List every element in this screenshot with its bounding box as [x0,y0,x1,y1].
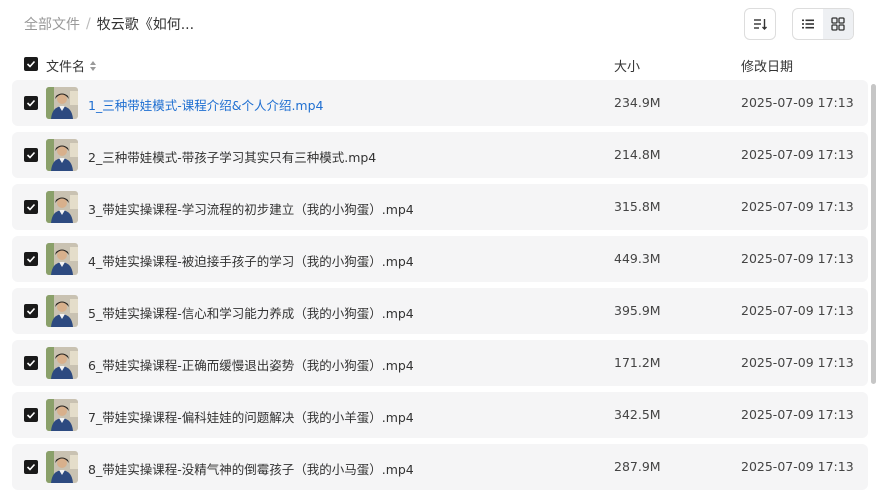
breadcrumb: 全部文件 / 牧云歌《如何... [24,14,194,34]
sort-arrows-icon [90,60,97,71]
file-size: 287.9M [614,459,661,474]
check-icon [26,463,36,471]
file-modified-date: 2025-07-09 17:13 [741,199,854,214]
video-thumbnail [46,87,78,119]
file-modified-date: 2025-07-09 17:13 [741,407,854,422]
check-icon [26,203,36,211]
video-thumbnail [46,399,78,431]
name-column-label: 文件名 [46,60,86,75]
row-checkbox[interactable] [24,96,38,110]
check-icon [26,151,36,159]
breadcrumb-current-folder: 牧云歌《如何... [96,17,195,33]
toolbar: 全部文件 / 牧云歌《如何... [0,0,878,48]
file-name[interactable]: 7_带娃实操课程-偏科娃娃的问题解决（我的小羊蛋）.mp4 [88,407,414,426]
file-size: 214.8M [614,147,661,162]
file-size: 342.5M [614,407,661,422]
file-modified-date: 2025-07-09 17:13 [741,147,854,162]
video-thumbnail [46,139,78,171]
file-size: 171.2M [614,355,661,370]
breadcrumb-separator: / [86,16,91,32]
row-checkbox[interactable] [24,408,38,422]
file-row[interactable]: 7_带娃实操课程-偏科娃娃的问题解决（我的小羊蛋）.mp4 342.5M 202… [12,392,868,438]
name-column-header[interactable]: 文件名 [46,56,97,75]
view-switcher [792,8,854,40]
row-checkbox[interactable] [24,356,38,370]
file-size: 395.9M [614,303,661,318]
check-icon [26,99,36,107]
video-thumbnail [46,451,78,483]
row-checkbox[interactable] [24,148,38,162]
file-row[interactable]: 4_带娃实操课程-被迫接手孩子的学习（我的小狗蛋）.mp4 449.3M 202… [12,236,868,282]
file-modified-date: 2025-07-09 17:13 [741,95,854,110]
check-icon [26,359,36,367]
check-icon [26,60,36,68]
file-row[interactable]: 2_三种带娃模式-带孩子学习其实只有三种模式.mp4 214.8M 2025-0… [12,132,868,178]
file-row[interactable]: 5_带娃实操课程-信心和学习能力养成（我的小狗蛋）.mp4 395.9M 202… [12,288,868,334]
check-icon [26,255,36,263]
file-list-header: 文件名 大小 修改日期 [0,52,878,76]
file-modified-date: 2025-07-09 17:13 [741,303,854,318]
file-list: 1_三种带娃模式-课程介绍&个人介绍.mp4 234.9M 2025-07-09… [12,80,868,495]
grid-view-icon [831,17,845,31]
row-checkbox[interactable] [24,252,38,266]
video-thumbnail [46,191,78,223]
file-modified-date: 2025-07-09 17:13 [741,355,854,370]
file-row[interactable]: 1_三种带娃模式-课程介绍&个人介绍.mp4 234.9M 2025-07-09… [12,80,868,126]
sort-button[interactable] [744,8,776,40]
file-name[interactable]: 5_带娃实操课程-信心和学习能力养成（我的小狗蛋）.mp4 [88,303,414,322]
file-modified-date: 2025-07-09 17:13 [741,459,854,474]
grid-view-button[interactable] [823,9,853,39]
check-icon [26,307,36,315]
file-name[interactable]: 3_带娃实操课程-学习流程的初步建立（我的小狗蛋）.mp4 [88,199,414,218]
file-name[interactable]: 6_带娃实操课程-正确而缓慢退出姿势（我的小狗蛋）.mp4 [88,355,414,374]
row-checkbox[interactable] [24,200,38,214]
check-icon [26,411,36,419]
file-size: 315.8M [614,199,661,214]
file-row[interactable]: 3_带娃实操课程-学习流程的初步建立（我的小狗蛋）.mp4 315.8M 202… [12,184,868,230]
file-name[interactable]: 1_三种带娃模式-课程介绍&个人介绍.mp4 [88,95,324,114]
select-all-checkbox[interactable] [24,57,38,71]
list-view-icon [802,19,814,29]
video-thumbnail [46,243,78,275]
list-view-button[interactable] [793,9,823,39]
file-row[interactable]: 6_带娃实操课程-正确而缓慢退出姿势（我的小狗蛋）.mp4 171.2M 202… [12,340,868,386]
scrollbar-track[interactable] [871,80,876,492]
file-row[interactable]: 8_带娃实操课程-没精气神的倒霉孩子（我的小马蛋）.mp4 287.9M 202… [12,444,868,490]
sort-icon [754,19,767,30]
breadcrumb-root-link[interactable]: 全部文件 [24,14,80,34]
file-size: 449.3M [614,251,661,266]
file-name[interactable]: 4_带娃实操课程-被迫接手孩子的学习（我的小狗蛋）.mp4 [88,251,414,270]
row-checkbox[interactable] [24,460,38,474]
file-name[interactable]: 8_带娃实操课程-没精气神的倒霉孩子（我的小马蛋）.mp4 [88,459,414,478]
video-thumbnail [46,295,78,327]
modified-column-header[interactable]: 修改日期 [741,56,793,75]
scrollbar-thumb[interactable] [871,84,876,384]
row-checkbox[interactable] [24,304,38,318]
file-size: 234.9M [614,95,661,110]
file-modified-date: 2025-07-09 17:13 [741,251,854,266]
size-column-header[interactable]: 大小 [614,56,640,75]
video-thumbnail [46,347,78,379]
file-name[interactable]: 2_三种带娃模式-带孩子学习其实只有三种模式.mp4 [88,147,376,166]
